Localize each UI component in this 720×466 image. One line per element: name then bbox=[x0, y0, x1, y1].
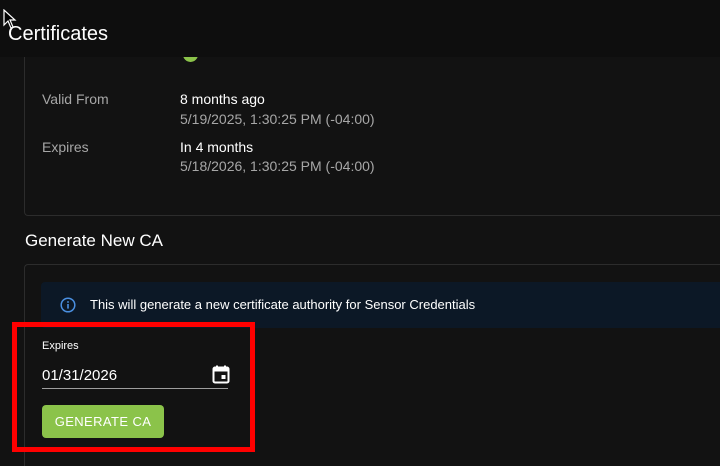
expires-label: Expires bbox=[42, 139, 89, 155]
info-circle-icon bbox=[60, 297, 76, 313]
valid-from-absolute: 5/19/2025, 1:30:25 PM (-04:00) bbox=[180, 111, 375, 127]
expires-relative: In 4 months bbox=[180, 139, 254, 155]
page-title: Certificates bbox=[8, 23, 109, 45]
certificates-page: Certificates Valid From 8 months ago 5/1… bbox=[0, 0, 720, 466]
info-alert-message: This will generate a new certificate aut… bbox=[90, 297, 476, 312]
expires-date-input[interactable]: 01/31/2026 bbox=[42, 362, 230, 389]
expires-absolute: 5/18/2026, 1:30:25 PM (-04:00) bbox=[180, 158, 375, 174]
expires-date-value[interactable]: 01/31/2026 bbox=[42, 367, 117, 384]
expires-field-label: Expires bbox=[42, 340, 79, 352]
valid-from-relative: 8 months ago bbox=[180, 91, 265, 107]
certificate-details-card bbox=[24, 40, 720, 216]
mouse-cursor-icon bbox=[3, 9, 17, 29]
valid-from-label: Valid From bbox=[42, 91, 109, 107]
generate-ca-section-title: Generate New CA bbox=[25, 231, 163, 250]
calendar-icon[interactable] bbox=[212, 365, 230, 384]
generate-ca-button[interactable]: GENERATE CA bbox=[42, 405, 164, 438]
header-bar: Certificates bbox=[0, 0, 720, 57]
